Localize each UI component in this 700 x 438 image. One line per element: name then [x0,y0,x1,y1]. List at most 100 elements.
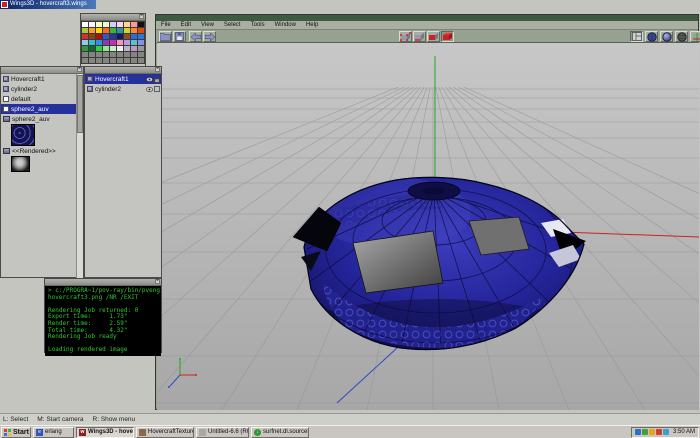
palette-swatch[interactable] [89,28,95,33]
palette-swatch[interactable] [131,58,137,63]
tray-icon[interactable] [656,429,662,435]
tray-icon[interactable] [635,429,641,435]
palette-swatch[interactable] [96,46,102,51]
palette-swatch[interactable] [124,34,130,39]
palette-swatch[interactable] [110,22,116,27]
select-face-button[interactable] [427,31,440,42]
palette-swatch[interactable] [131,52,137,57]
palette-swatch[interactable] [89,46,95,51]
palette-swatch[interactable] [124,28,130,33]
undo-button[interactable] [189,31,202,42]
palette-swatch[interactable] [103,40,109,45]
task-button-download[interactable]: ↓ surfnet.dl.sourceforge.n... [251,427,309,438]
select-vertex-button[interactable] [399,31,412,42]
palette-swatch[interactable] [82,58,88,63]
palette-swatch[interactable] [110,40,116,45]
close-icon[interactable]: × [155,279,160,284]
palette-swatch[interactable] [96,40,102,45]
visibility-eye-icon[interactable] [146,87,153,92]
palette-swatch[interactable] [103,52,109,57]
show-axes-button[interactable] [690,31,700,42]
palette-swatch[interactable] [138,34,144,39]
palette-swatch[interactable] [117,58,123,63]
palette-swatch[interactable] [103,22,109,27]
close-icon[interactable]: × [155,67,160,72]
palette-swatch[interactable] [131,46,137,51]
viewport-canvas[interactable] [157,43,699,410]
close-icon[interactable]: × [139,14,144,19]
wireframe-button[interactable] [675,31,688,42]
menu-item[interactable]: File [156,21,176,29]
tray-icon[interactable] [642,429,648,435]
palette-swatch[interactable] [82,40,88,45]
palette-swatch[interactable] [82,28,88,33]
select-body-button[interactable] [441,31,454,42]
tray-icon[interactable] [649,429,655,435]
lock-icon[interactable] [154,76,160,83]
palette-swatch[interactable] [82,52,88,57]
palette-swatch[interactable] [117,28,123,33]
outliner-item-material-selected[interactable]: sphere2_auv [1,104,83,114]
open-file-button[interactable] [159,31,172,42]
visibility-eye-icon[interactable] [146,77,153,82]
palette-swatch[interactable] [131,28,137,33]
smooth-shaded-button[interactable] [660,31,673,42]
palette-swatch[interactable] [138,46,144,51]
menu-item[interactable]: Tools [246,21,270,29]
task-button-erlang[interactable]: e erlang [33,427,74,438]
palette-swatch[interactable] [82,22,88,27]
outliner-scrollbar[interactable] [76,74,83,278]
outliner-item-image[interactable]: sphere2_auv [1,114,83,124]
texture-thumbnail[interactable] [11,124,35,146]
palette-swatch[interactable] [131,22,137,27]
palette-swatch[interactable] [96,58,102,63]
palette-swatch[interactable] [96,22,102,27]
palette-swatch[interactable] [103,46,109,51]
palette-swatch[interactable] [124,40,130,45]
task-button-gimp-texture[interactable]: HovercraftTexture.xcf-2... [136,427,194,438]
app-titlebar[interactable]: Wings3D - hovercraft3.wings [0,0,96,9]
close-icon[interactable]: × [77,67,82,72]
palette-swatch[interactable] [110,52,116,57]
palette-swatch[interactable] [89,40,95,45]
palette-swatch[interactable] [110,28,116,33]
flat-shaded-button[interactable] [645,31,658,42]
palette-swatch[interactable] [117,52,123,57]
geometry-graph-titlebar[interactable]: × [85,67,161,74]
palette-swatch[interactable] [89,34,95,39]
workspace-panels-button[interactable] [630,31,643,42]
palette-swatch[interactable] [110,34,116,39]
palette-swatch[interactable] [89,52,95,57]
console-titlebar[interactable]: × [45,279,161,286]
palette-swatch[interactable] [117,34,123,39]
palette-swatch[interactable] [82,34,88,39]
outliner-titlebar[interactable]: × [1,67,83,74]
palette-swatch[interactable] [96,34,102,39]
wireframe-toggle-icon[interactable] [154,86,160,92]
palette-swatch[interactable] [103,34,109,39]
palette-swatch[interactable] [82,46,88,51]
palette-swatch[interactable] [117,46,123,51]
outliner-item-rendered[interactable]: <<Rendered>> [1,146,83,156]
palette-swatch[interactable] [138,28,144,33]
menu-item[interactable]: Window [270,21,301,29]
rendered-thumbnail[interactable] [11,156,30,172]
palette-swatch[interactable] [103,58,109,63]
tray-icon[interactable] [663,429,669,435]
palette-titlebar[interactable]: × [81,14,145,21]
viewport-3d[interactable] [157,42,699,410]
palette-swatch[interactable] [96,52,102,57]
outliner-item-material[interactable]: default [1,94,83,104]
console-output[interactable]: > c:/PROGRA~1/pov-ray/bin/pvengine.exe h… [45,286,161,356]
palette-swatch[interactable] [124,46,130,51]
palette-swatch[interactable] [117,22,123,27]
palette-swatch[interactable] [110,58,116,63]
task-button-wings3d[interactable]: w Wings3D - hovercraft... [76,427,134,438]
palette-swatch[interactable] [110,46,116,51]
redo-button[interactable] [203,31,216,42]
select-edge-button[interactable] [413,31,426,42]
hovercraft-model[interactable] [277,175,597,391]
menu-item[interactable]: Select [219,21,246,29]
outliner-item-object[interactable]: cylinder2 [1,84,83,94]
geometry-item-cylinder2[interactable]: cylinder2 [85,84,161,94]
